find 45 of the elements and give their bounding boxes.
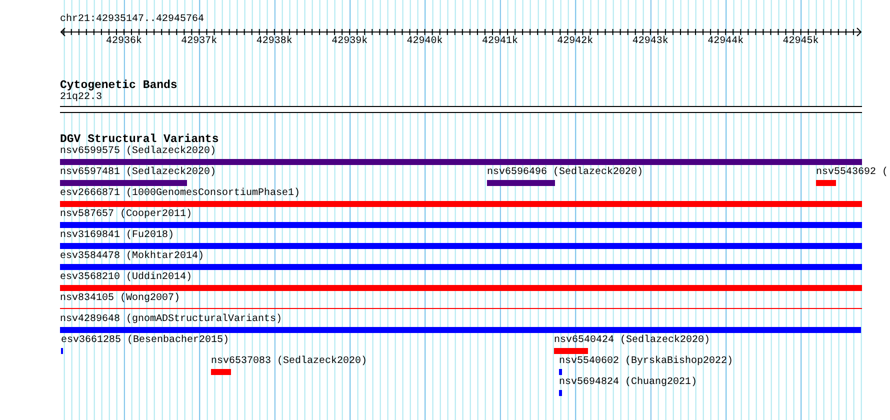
variant-label[interactable]: nsv5540602 (ByrskaBishop2022) bbox=[559, 356, 734, 368]
ruler-tick-label: 42941k bbox=[482, 36, 518, 48]
variant-bar[interactable] bbox=[60, 243, 862, 249]
variant-label[interactable]: nsv6540424 (Sedlazeck2020) bbox=[554, 335, 710, 347]
variant-label[interactable]: nsv4289648 (gnomADStructuralVariants) bbox=[60, 314, 282, 326]
variant-label[interactable]: nsv5543692 ( bbox=[816, 167, 888, 179]
ruler-tick-label: 42939k bbox=[332, 36, 368, 48]
variant-label[interactable]: nsv6599575 (Sedlazeck2020) bbox=[60, 146, 216, 158]
ruler-tick-label: 42940k bbox=[406, 36, 443, 48]
track-title: DGV Structural Variants bbox=[60, 133, 219, 146]
variant-line[interactable] bbox=[60, 308, 862, 309]
variant-bar[interactable] bbox=[554, 348, 588, 354]
variant-bar[interactable] bbox=[487, 180, 555, 186]
variant-bar[interactable] bbox=[60, 201, 862, 207]
variant-bar[interactable] bbox=[60, 180, 187, 186]
variant-label[interactable]: nsv6537083 (Sedlazeck2020) bbox=[211, 356, 368, 368]
variant-bar[interactable] bbox=[60, 222, 862, 228]
variant-bar[interactable] bbox=[60, 159, 862, 165]
ruler-tick-label: 42943k bbox=[632, 36, 668, 48]
ruler-tick-label: 42936k bbox=[106, 36, 142, 48]
variant-label[interactable]: esv3584478 (Mokhtar2014) bbox=[60, 251, 204, 263]
ruler-tick-label: 42938k bbox=[256, 36, 292, 48]
variant-label[interactable]: esv3568210 (Uddin2014) bbox=[60, 272, 192, 284]
ruler-tick-label: 42942k bbox=[557, 36, 594, 48]
ruler-tick-label: 42944k bbox=[708, 36, 744, 48]
variant-bar[interactable] bbox=[816, 180, 836, 186]
variant-bar[interactable] bbox=[60, 327, 861, 333]
band-label: 21q22.3 bbox=[60, 92, 102, 103]
variant-label[interactable]: nsv587657 (Cooper2011) bbox=[60, 209, 192, 221]
ruler-tick-label: 42945k bbox=[782, 36, 819, 48]
variant-bar[interactable] bbox=[559, 390, 562, 396]
ruler-tick-label: 42937k bbox=[181, 36, 218, 48]
variant-bar[interactable] bbox=[559, 369, 562, 375]
variant-label[interactable]: esv3661285 (Besenbacher2015) bbox=[61, 335, 230, 347]
variant-bar[interactable] bbox=[211, 369, 231, 375]
variant-bar[interactable] bbox=[60, 285, 862, 291]
variant-label[interactable]: esv2666871 (1000GenomesConsortiumPhase1) bbox=[60, 188, 300, 200]
variant-label[interactable]: nsv834105 (Wong2007) bbox=[60, 293, 180, 305]
variant-label[interactable]: nsv5694824 (Chuang2021) bbox=[559, 377, 698, 389]
variant-label[interactable]: nsv3169841 (Fu2018) bbox=[60, 230, 174, 242]
variant-label[interactable]: nsv6597481 (Sedlazeck2020) bbox=[60, 167, 216, 179]
track-title: Cytogenetic Bands bbox=[60, 79, 178, 92]
variant-label[interactable]: nsv6596496 (Sedlazeck2020) bbox=[487, 167, 644, 179]
region-coordinates: chr21:42935147..42945764 bbox=[60, 14, 204, 25]
variant-bar[interactable] bbox=[60, 264, 862, 270]
